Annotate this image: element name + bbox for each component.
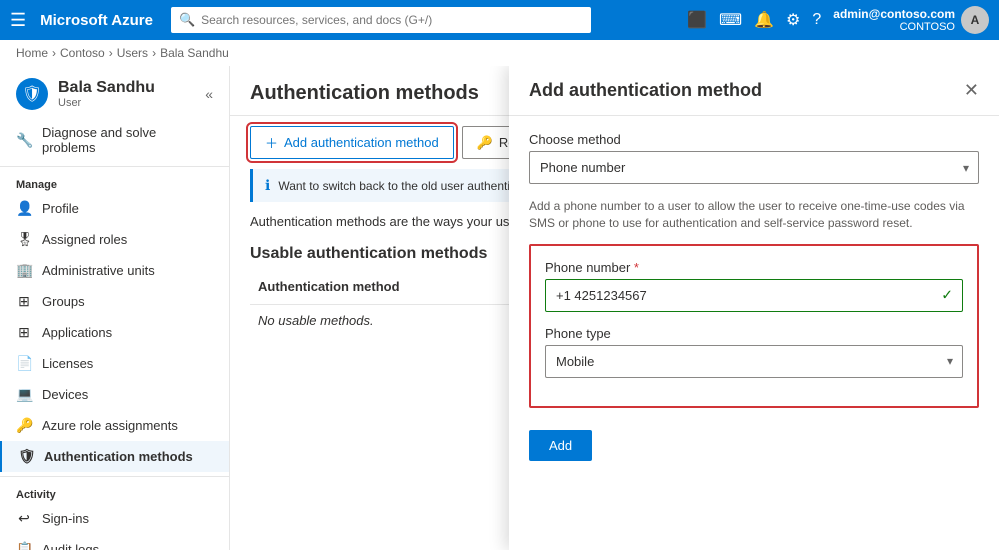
breadcrumb-contoso[interactable]: Contoso [60, 46, 105, 60]
sidebar-item-applications[interactable]: ⊞ Applications [0, 317, 229, 348]
panel-header: Add authentication method ✕ [509, 66, 999, 116]
cloud-shell-icon[interactable]: ⌨ [719, 10, 742, 30]
phone-type-label: Phone type [545, 326, 963, 341]
add-button[interactable]: Add [529, 430, 592, 461]
add-authentication-method-button[interactable]: ＋ Add authentication method [250, 126, 454, 159]
settings-icon[interactable]: ⚙ [786, 10, 800, 30]
user-tenant: CONTOSO [833, 21, 955, 33]
phone-type-select[interactable]: Mobile Alternate mobile Office [545, 345, 963, 378]
phone-number-label: Phone number * [545, 260, 963, 275]
groups-label: Groups [42, 294, 85, 309]
portal-icon[interactable]: ⬛ [687, 10, 707, 30]
assigned-roles-label: Assigned roles [42, 232, 127, 247]
search-icon: 🔍 [179, 12, 195, 28]
sidebar-user-name: Bala Sandhu [58, 79, 155, 97]
profile-icon: 👤 [16, 200, 32, 217]
main-layout: 🛡 Bala Sandhu User « 🔧 Diagnose and solv… [0, 66, 999, 550]
sidebar-item-authentication-methods[interactable]: 🛡 Authentication methods [0, 441, 229, 472]
highlighted-fields-box: Phone number * ✓ Phone type Mobile [529, 244, 979, 408]
sidebar-header: 🛡 Bala Sandhu User « [0, 66, 229, 118]
sidebar-item-sign-ins[interactable]: ↩ Sign-ins [0, 503, 229, 534]
choose-method-select[interactable]: Phone number Email Microsoft Authenticat… [529, 151, 979, 184]
choose-method-label: Choose method [529, 132, 979, 147]
sidebar-user-subtitle: User [58, 97, 155, 109]
method-hint: Add a phone number to a user to allow th… [529, 198, 979, 232]
panel-body: Choose method Phone number Email Microso… [509, 116, 999, 550]
breadcrumb-home[interactable]: Home [16, 46, 48, 60]
licenses-label: Licenses [42, 356, 93, 371]
check-icon: ✓ [941, 287, 953, 304]
sidebar-item-diagnose[interactable]: 🔧 Diagnose and solve problems [0, 118, 229, 162]
phone-number-group: Phone number * ✓ [545, 260, 963, 312]
azure-roles-label: Azure role assignments [42, 418, 178, 433]
devices-label: Devices [42, 387, 88, 402]
sidebar-item-licenses[interactable]: 📄 Licenses [0, 348, 229, 379]
phone-number-input[interactable] [545, 279, 963, 312]
activity-section-label: Activity [0, 481, 229, 503]
admin-units-icon: 🏢 [16, 262, 32, 279]
breadcrumb-users[interactable]: Users [117, 46, 148, 60]
sidebar-item-azure-role-assignments[interactable]: 🔑 Azure role assignments [0, 410, 229, 441]
avatar[interactable]: A [961, 6, 989, 34]
phone-number-input-wrapper: ✓ [545, 279, 963, 312]
admin-units-label: Administrative units [42, 263, 155, 278]
add-auth-label: Add authentication method [284, 135, 439, 150]
wrench-icon: 🔧 [16, 132, 32, 149]
sidebar-item-groups[interactable]: ⊞ Groups [0, 286, 229, 317]
roles-icon: 🎖 [16, 231, 32, 248]
audit-logs-label: Audit logs [42, 542, 99, 550]
auth-methods-icon: 🛡 [18, 448, 34, 465]
devices-icon: 💻 [16, 386, 32, 403]
breadcrumb: Home › Contoso › Users › Bala Sandhu [0, 40, 999, 66]
sidebar-item-profile[interactable]: 👤 Profile [0, 193, 229, 224]
sidebar: 🛡 Bala Sandhu User « 🔧 Diagnose and solv… [0, 66, 230, 550]
phone-type-group: Phone type Mobile Alternate mobile Offic… [545, 326, 963, 378]
applications-icon: ⊞ [16, 324, 32, 341]
plus-icon: ＋ [265, 133, 278, 152]
azure-roles-icon: 🔑 [16, 417, 32, 434]
nav-icon-group: ⬛ ⌨ 🔔 ⚙ ? admin@contoso.com CONTOSO A [687, 6, 989, 34]
applications-label: Applications [42, 325, 112, 340]
notification-icon[interactable]: 🔔 [754, 10, 774, 30]
sidebar-item-audit-logs[interactable]: 📋 Audit logs [0, 534, 229, 550]
diagnose-label: Diagnose and solve problems [42, 125, 213, 155]
col-auth-method: Authentication method [250, 275, 408, 298]
groups-icon: ⊞ [16, 293, 32, 310]
top-navigation: ☰ Microsoft Azure 🔍 ⬛ ⌨ 🔔 ⚙ ? admin@cont… [0, 0, 999, 40]
info-icon: ℹ [265, 177, 270, 194]
search-input[interactable] [201, 13, 583, 27]
user-icon: 🛡 [16, 78, 48, 110]
licenses-icon: 📄 [16, 355, 32, 372]
phone-type-select-wrapper: Mobile Alternate mobile Office ▾ [545, 345, 963, 378]
sign-ins-icon: ↩ [16, 510, 32, 527]
search-bar[interactable]: 🔍 [171, 7, 591, 33]
panel-close-button[interactable]: ✕ [964, 80, 979, 101]
sidebar-item-administrative-units[interactable]: 🏢 Administrative units [0, 255, 229, 286]
auth-methods-label: Authentication methods [44, 449, 193, 464]
sidebar-nav: 🔧 Diagnose and solve problems Manage 👤 P… [0, 118, 229, 550]
help-icon[interactable]: ? [812, 11, 821, 29]
content-area: Authentication methods ＋ Add authenticat… [230, 66, 999, 550]
collapse-sidebar-button[interactable]: « [205, 86, 213, 102]
choose-method-group: Choose method Phone number Email Microso… [529, 132, 979, 184]
add-auth-method-panel: Add authentication method ✕ Choose metho… [509, 66, 999, 550]
manage-section-label: Manage [0, 171, 229, 193]
profile-label: Profile [42, 201, 79, 216]
shield-icon: 🛡 [22, 84, 42, 104]
sidebar-item-assigned-roles[interactable]: 🎖 Assigned roles [0, 224, 229, 255]
audit-logs-icon: 📋 [16, 541, 32, 550]
panel-title: Add authentication method [529, 80, 762, 101]
user-email: admin@contoso.com [833, 7, 955, 21]
user-menu[interactable]: admin@contoso.com CONTOSO A [833, 6, 989, 34]
breadcrumb-user[interactable]: Bala Sandhu [160, 46, 229, 60]
hamburger-menu[interactable]: ☰ [10, 10, 26, 31]
app-logo: Microsoft Azure [40, 12, 153, 29]
key-icon: 🔑 [477, 135, 493, 151]
sidebar-item-devices[interactable]: 💻 Devices [0, 379, 229, 410]
choose-method-select-wrapper: Phone number Email Microsoft Authenticat… [529, 151, 979, 184]
sign-ins-label: Sign-ins [42, 511, 89, 526]
required-marker: * [634, 260, 639, 275]
